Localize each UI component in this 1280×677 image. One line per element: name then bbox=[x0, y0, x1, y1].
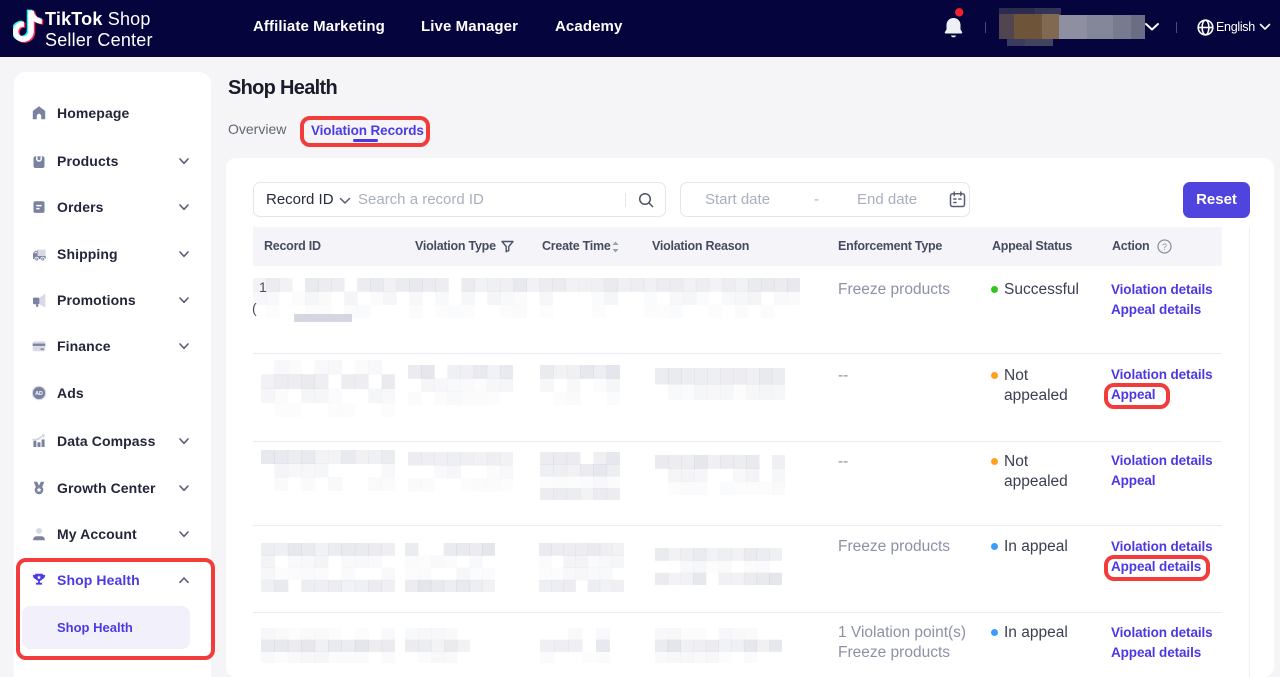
svg-text:?: ? bbox=[1162, 242, 1167, 252]
svg-text:AD: AD bbox=[35, 391, 43, 397]
